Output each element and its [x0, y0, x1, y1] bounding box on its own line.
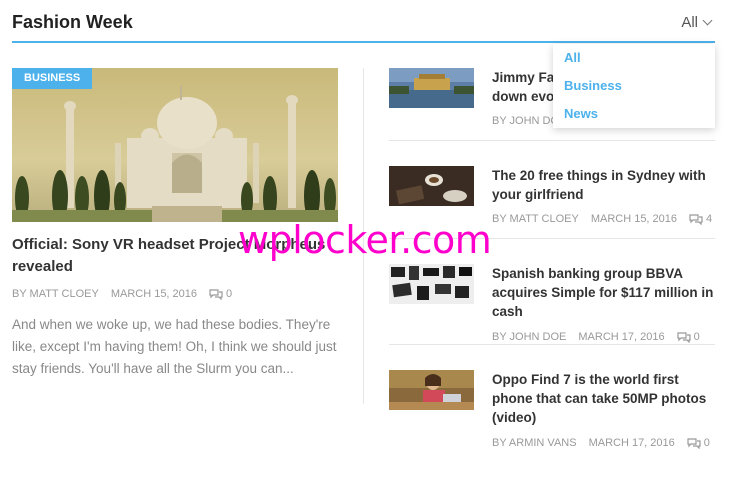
- comment-count[interactable]: 0: [209, 288, 232, 300]
- list-separator: [389, 344, 715, 345]
- list-separator: [389, 140, 715, 141]
- category-badge[interactable]: BUSINESS: [12, 68, 93, 89]
- taj-mahal-image: [12, 68, 338, 222]
- post-author[interactable]: BY MATT CLOEY: [492, 213, 579, 225]
- chevron-down-icon: [702, 15, 713, 26]
- comments-icon: [687, 437, 701, 449]
- coffee-table-thumbnail: [389, 166, 474, 206]
- woman-laptop-thumbnail: [389, 370, 474, 410]
- comment-count[interactable]: 4: [689, 213, 712, 225]
- comment-count[interactable]: 0: [676, 331, 700, 343]
- block-header: Fashion Week All: [12, 0, 715, 43]
- post-meta: BY MATT CLOEY MARCH 15, 2016 4: [492, 213, 712, 225]
- post-title[interactable]: Oppo Find 7 is the world first phone tha…: [492, 370, 715, 427]
- filter-option-all[interactable]: All: [553, 50, 715, 78]
- post-thumbnail[interactable]: [389, 264, 474, 304]
- filter-option-news[interactable]: News: [553, 106, 715, 134]
- post-thumbnail[interactable]: [389, 68, 474, 108]
- post-title[interactable]: The 20 free things in Sydney with your g…: [492, 166, 715, 204]
- post-date: MARCH 15, 2016: [110, 288, 198, 300]
- post-author[interactable]: BY MATT CLOEY: [12, 288, 99, 300]
- featured-post-excerpt: And when we woke up, we had these bodies…: [12, 317, 337, 376]
- post-author[interactable]: BY JOHN DOE: [492, 331, 566, 343]
- post-thumbnail[interactable]: [389, 166, 474, 206]
- post-date: MARCH 15, 2016: [590, 213, 678, 225]
- comments-icon: [209, 288, 223, 300]
- post-date: MARCH 17, 2016: [578, 331, 665, 343]
- comments-icon: [689, 213, 703, 225]
- comment-count-value: 0: [703, 437, 710, 449]
- block-title: Fashion Week: [12, 12, 133, 32]
- filter-option-business[interactable]: Business: [553, 78, 715, 106]
- building-water-thumbnail: [389, 68, 474, 108]
- category-filter-menu: All Business News: [553, 44, 715, 128]
- post-meta: BY JOHN DOE MARCH 17, 2016 0: [492, 331, 700, 343]
- comment-count[interactable]: 0: [687, 437, 710, 449]
- featured-post-meta: BY MATT CLOEY MARCH 15, 2016 0: [12, 288, 338, 300]
- comment-count-value: 0: [226, 288, 233, 300]
- category-filter-dropdown[interactable]: All: [681, 14, 713, 31]
- post-author[interactable]: BY ARMIN VANS: [492, 437, 577, 449]
- watermark-text: wplocker.com: [238, 218, 492, 262]
- comment-count-value: 0: [693, 331, 700, 343]
- gadgets-thumbnail: [389, 264, 474, 304]
- post-meta: BY ARMIN VANS MARCH 17, 2016 0: [492, 437, 710, 449]
- post-date: MARCH 17, 2016: [588, 437, 675, 449]
- post-title[interactable]: Spanish banking group BBVA acquires Simp…: [492, 264, 715, 321]
- featured-image[interactable]: BUSINESS: [12, 68, 338, 222]
- comment-count-value: 4: [706, 213, 713, 225]
- filter-selected-label: All: [681, 14, 698, 31]
- post-thumbnail[interactable]: [389, 370, 474, 410]
- comments-icon: [676, 331, 691, 343]
